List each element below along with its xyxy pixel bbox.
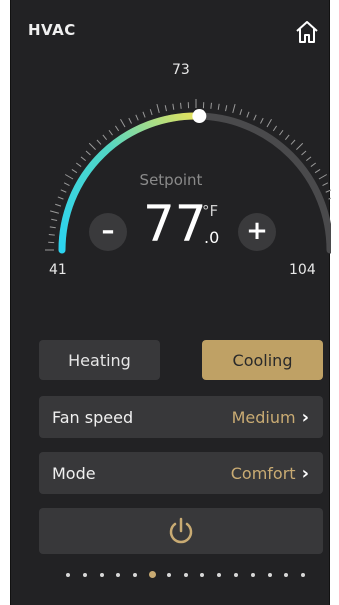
page-dot[interactable] (66, 573, 70, 577)
dial-tick (88, 142, 96, 150)
dial-tick (102, 134, 108, 140)
page-dot-current[interactable] (148, 571, 156, 578)
page-dot[interactable] (82, 573, 87, 577)
dial-tick (108, 129, 113, 136)
dial-tick (142, 111, 146, 118)
dial-tick (51, 218, 58, 221)
dial-tick (310, 162, 317, 167)
setpoint-value: 77 (143, 195, 207, 253)
dial-tick (180, 102, 182, 109)
dial-tick (253, 114, 257, 121)
dial-tick (49, 226, 56, 229)
dial-tick (135, 114, 139, 121)
dial-tick (272, 125, 278, 132)
dial-tick (128, 117, 132, 124)
temp-decimal: .0 (204, 228, 220, 247)
chevron-right-icon: › (301, 462, 309, 484)
increase-button[interactable]: + (238, 213, 276, 251)
max-temp-label: 104 (289, 262, 316, 278)
mode-row[interactable]: Mode Comfort › (39, 452, 323, 494)
dial-tick (266, 118, 272, 128)
dial-tick (114, 125, 120, 132)
dial-tick (260, 117, 264, 124)
fan-speed-row[interactable]: Fan speed Medium › (39, 396, 323, 438)
page-indicator (11, 570, 331, 582)
dial-tick (60, 189, 67, 193)
dial-tick (217, 103, 220, 110)
dial-tick (246, 111, 250, 118)
dial-tick (279, 129, 284, 136)
hvac-panel: HVAC 41 104 73 Setpoint 77 °F .0 – + Hea… (10, 0, 331, 605)
mode-value: Comfort (230, 463, 296, 483)
page-dot[interactable] (166, 573, 171, 577)
dial-tick (96, 139, 102, 145)
dial-tick (296, 142, 304, 150)
power-button[interactable] (39, 508, 323, 554)
page-dot[interactable] (183, 573, 188, 577)
temp-unit: °F (202, 202, 219, 220)
dial-tick (48, 234, 55, 236)
dial-tick (328, 197, 331, 200)
page-dot[interactable] (267, 573, 272, 577)
dial-tick (85, 150, 91, 156)
cooling-button[interactable]: Cooling (202, 340, 323, 380)
page-dot[interactable] (301, 573, 306, 577)
page-dot[interactable] (284, 573, 289, 577)
dial-tick (50, 210, 59, 214)
page-title: HVAC (28, 21, 76, 39)
decrease-button[interactable]: – (89, 213, 127, 251)
current-temp-label: 73 (172, 62, 190, 78)
fan-speed-value: Medium (231, 407, 296, 427)
dial-tick (75, 162, 82, 167)
setpoint-label: Setpoint (139, 171, 203, 189)
page-dot[interactable] (133, 573, 138, 577)
chevron-right-icon: › (301, 406, 309, 428)
fan-speed-label: Fan speed (52, 407, 134, 427)
dial-tick (164, 105, 167, 112)
page-dot[interactable] (234, 573, 238, 577)
dial-tick (239, 109, 243, 116)
page-dot[interactable] (116, 573, 121, 577)
dial-tick (149, 109, 153, 116)
dial-tick (80, 156, 86, 162)
heating-button[interactable]: Heating (39, 340, 160, 380)
dial-tick (325, 189, 331, 193)
dial-tick (57, 196, 64, 200)
min-temp-label: 41 (49, 262, 67, 278)
page-dot[interactable] (99, 573, 104, 577)
dial-knob[interactable] (192, 109, 207, 124)
dial-tick (232, 104, 236, 113)
dial-tick (225, 105, 228, 112)
dial-tick (120, 118, 126, 128)
dial-tick (156, 104, 160, 113)
dial-tick (210, 102, 212, 109)
dial-tick (55, 203, 62, 207)
page-dot[interactable] (250, 573, 255, 577)
page-dot[interactable] (217, 573, 222, 577)
dial-tick (306, 156, 312, 162)
mode-label: Mode (52, 463, 96, 483)
temperature-dial[interactable] (11, 40, 331, 300)
dial-tick (284, 134, 290, 140)
dial-tick (301, 150, 307, 156)
dial-tick (172, 103, 175, 110)
power-icon (169, 517, 193, 544)
dial-tick (290, 139, 296, 145)
page-dot[interactable] (200, 573, 205, 577)
